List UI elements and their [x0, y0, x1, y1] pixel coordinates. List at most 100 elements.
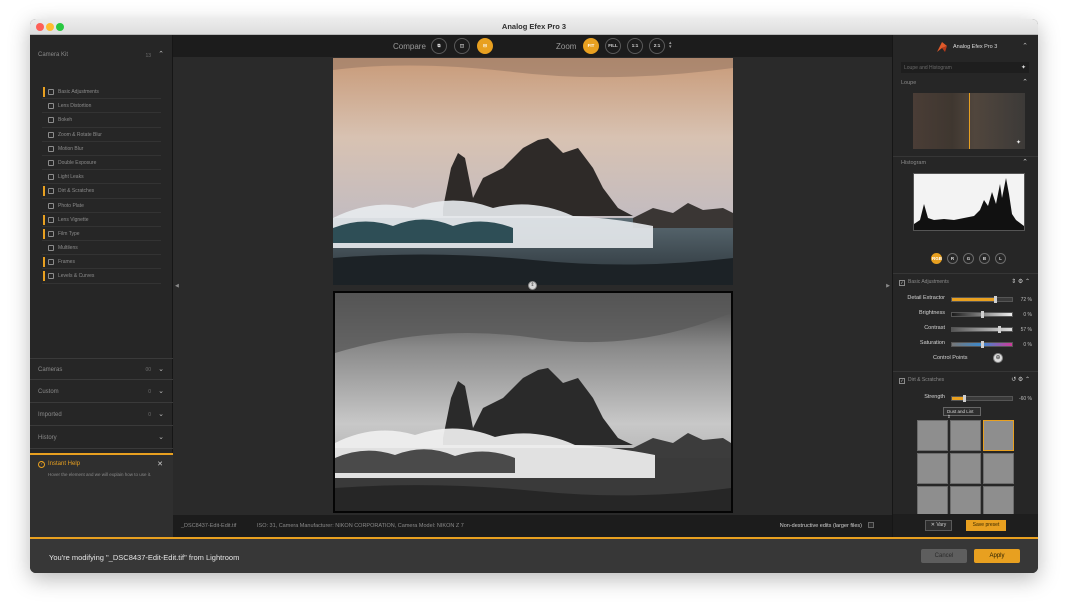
dirt-preset-thumbnail[interactable]: [950, 486, 981, 517]
dirt-type-dropdown[interactable]: Dust and Lint ⇕: [943, 407, 981, 419]
close-icon[interactable]: ✕: [157, 460, 163, 468]
divider: [893, 273, 1038, 274]
kit-item-label: Motion Blur: [58, 145, 84, 152]
pin-icon[interactable]: ✦: [1021, 64, 1026, 71]
kit-item[interactable]: Light Leaks: [42, 170, 161, 185]
dirt-preset-thumbnail[interactable]: [917, 453, 948, 484]
camera-kit-header[interactable]: Camera Kit 13 ⌃: [30, 35, 173, 83]
channel-rgb-button[interactable]: RGB: [931, 253, 942, 264]
history-label: History: [38, 435, 57, 441]
zoom-stepper-icon[interactable]: ▴ ▾: [669, 41, 672, 50]
vary-button[interactable]: ✕ Vary: [925, 520, 952, 531]
brightness-slider[interactable]: [951, 311, 1013, 318]
dirt-scratches-header[interactable]: ✓ Dirt & Scratches: [899, 377, 944, 384]
zoom-1-1-button[interactable]: 1:1: [627, 38, 643, 54]
compare-stacked-icon[interactable]: ⊟: [477, 38, 493, 54]
histogram-graph: [914, 178, 1024, 230]
chevron-down-icon[interactable]: ⌄: [158, 410, 164, 418]
strength-value: -60 %: [1018, 396, 1032, 402]
saturation-slider[interactable]: [951, 341, 1013, 348]
chevron-down-icon[interactable]: ⌄: [158, 365, 164, 373]
channel-r-button[interactable]: R: [947, 253, 958, 264]
dirt-preset-thumbnail[interactable]: [950, 420, 981, 451]
section-imported[interactable]: Imported 0 ⌄: [30, 404, 173, 426]
kit-item[interactable]: Multilens: [42, 241, 161, 256]
dirt-preset-thumbnail[interactable]: [917, 420, 948, 451]
chevron-down-icon[interactable]: ⌄: [158, 433, 164, 441]
kit-item[interactable]: Zoom & Rotate Blur: [42, 128, 161, 142]
tool-icon: [48, 188, 54, 195]
active-indicator: [43, 257, 45, 268]
kit-item-label: Lens Vignette: [58, 216, 89, 223]
camera-kit-list: Basic Adjustments Lens Distortion Bokeh Zoo…: [42, 85, 161, 284]
loupe-header: Loupe: [901, 80, 917, 86]
basic-adjustments-controls[interactable]: ⇕ ⚙ ⌃: [1011, 278, 1030, 285]
tool-icon: [48, 202, 54, 209]
chevron-up-icon[interactable]: ⌃: [158, 50, 164, 58]
chevron-up-icon[interactable]: ⌃: [1022, 158, 1028, 166]
slider-knob[interactable]: [998, 326, 1001, 333]
collapse-panel-icon[interactable]: ⌃: [1022, 42, 1028, 50]
zoom-2-1-button[interactable]: 2:1: [649, 38, 665, 54]
dirt-preset-thumbnail-selected[interactable]: [983, 420, 1014, 451]
chevron-updown-icon: ⇕: [947, 414, 951, 419]
contrast-slider[interactable]: [951, 326, 1013, 333]
chevron-up-icon[interactable]: ⌃: [1022, 78, 1028, 86]
kit-item[interactable]: Dirt & Scratches: [42, 184, 161, 199]
title-bar: Analog Efex Pro 3: [30, 19, 1038, 35]
kit-item[interactable]: Photo Plate: [42, 199, 161, 213]
nondestructive-checkbox[interactable]: [868, 522, 874, 528]
compare-side-by-side-icon[interactable]: ⧉: [431, 38, 447, 54]
strength-slider[interactable]: [951, 395, 1013, 402]
dirt-scratches-controls[interactable]: ↺ ⚙ ⌃: [1011, 376, 1030, 383]
kit-item[interactable]: Bokeh: [42, 113, 161, 128]
collapse-left-icon[interactable]: ◀: [175, 283, 179, 289]
zoom-fit-button[interactable]: FIT: [583, 38, 599, 54]
kit-item[interactable]: Double Exposure: [42, 156, 161, 171]
dirt-preset-thumbnail[interactable]: [983, 486, 1014, 517]
channel-b-button[interactable]: B: [979, 253, 990, 264]
save-preset-button[interactable]: Save preset: [966, 520, 1006, 531]
kit-item[interactable]: Lens Distortion: [42, 99, 161, 114]
dirt-preset-thumbnail[interactable]: [983, 453, 1014, 484]
split-handle[interactable]: ⇕: [528, 281, 537, 290]
kit-item-label: Basic Adjustments: [58, 89, 99, 95]
left-panel: Camera Kit 13 ⌃ Basic Adjustments Lens Di…: [30, 35, 173, 537]
compare-split-icon[interactable]: ◫: [454, 38, 470, 54]
section-cameras[interactable]: Cameras 00 ⌄: [30, 358, 173, 380]
slider-knob[interactable]: [994, 296, 997, 303]
channel-g-button[interactable]: G: [963, 253, 974, 264]
zoom-fill-button[interactable]: FILL: [605, 38, 621, 54]
kit-item[interactable]: Motion Blur: [42, 142, 161, 156]
channel-l-button[interactable]: L: [995, 253, 1006, 264]
dirt-scratches-checkbox[interactable]: ✓: [899, 378, 905, 384]
slider-knob[interactable]: [981, 341, 984, 348]
loupe-histogram-field[interactable]: Loupe and Histogram ✦: [901, 62, 1029, 73]
zoom-label: Zoom: [556, 42, 577, 51]
loupe-preview[interactable]: ✦: [913, 93, 1025, 149]
basic-adjustments-header[interactable]: ✓ Basic Adjustments: [899, 279, 949, 286]
dirt-preset-thumbnail[interactable]: [950, 453, 981, 484]
app-window: Analog Efex Pro 3 Camera Kit 13 ⌃ Basic …: [30, 19, 1038, 573]
kit-item[interactable]: Levels & Curves: [42, 269, 161, 284]
chevron-down-icon[interactable]: ⌄: [158, 387, 164, 395]
kit-item[interactable]: Basic Adjustments: [42, 85, 161, 100]
detail-extractor-slider[interactable]: [951, 296, 1013, 303]
divider: [893, 156, 1038, 157]
slider-fill: [952, 298, 995, 301]
pin-icon[interactable]: ✦: [1016, 139, 1021, 146]
dirt-preset-thumbnail[interactable]: [917, 486, 948, 517]
cancel-button[interactable]: Cancel: [921, 549, 967, 563]
kit-item[interactable]: Film Type: [42, 227, 161, 242]
apply-button[interactable]: Apply: [974, 549, 1020, 563]
basic-adjustments-checkbox[interactable]: ✓: [899, 280, 905, 286]
collapse-right-icon[interactable]: ▶: [886, 283, 890, 289]
kit-item[interactable]: Frames: [42, 255, 161, 270]
section-history[interactable]: History ⌄: [30, 427, 173, 449]
slider-knob[interactable]: [963, 395, 966, 402]
kit-item-label: Light Leaks: [58, 174, 84, 181]
section-custom[interactable]: Custom 0 ⌄: [30, 381, 173, 403]
add-control-point-icon[interactable]: ⊕: [993, 353, 1003, 363]
kit-item[interactable]: Lens Vignette: [42, 213, 161, 227]
slider-knob[interactable]: [981, 311, 984, 318]
